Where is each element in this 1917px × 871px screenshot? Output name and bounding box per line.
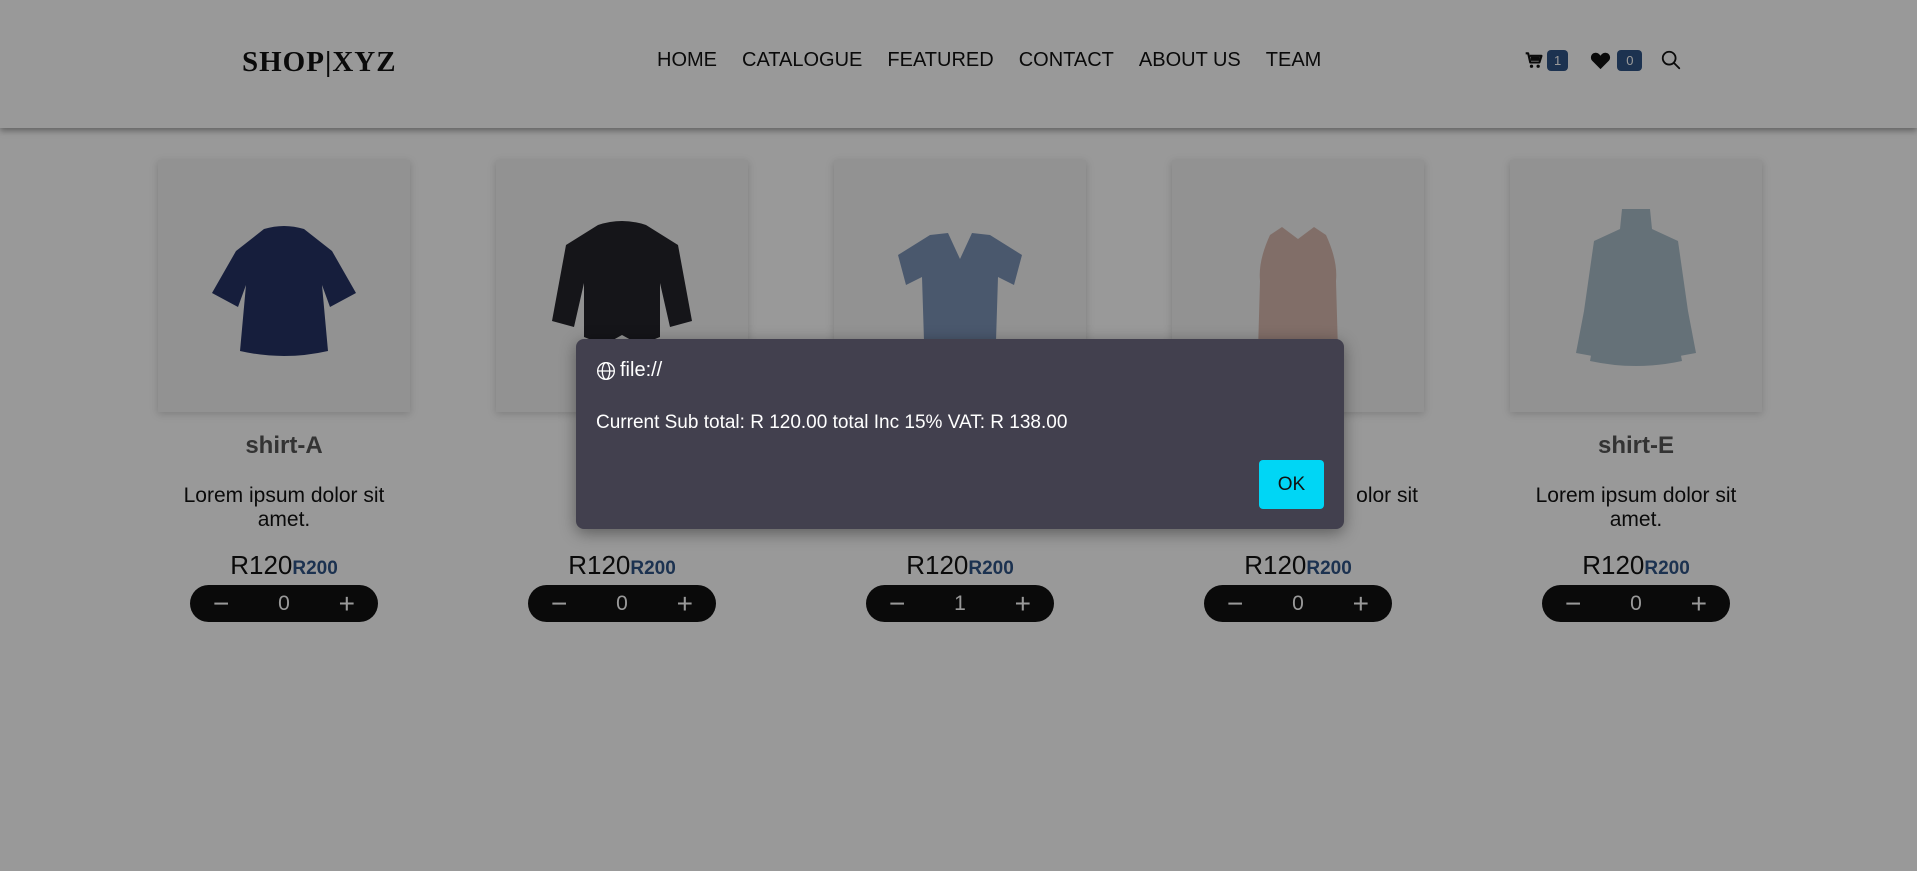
- ok-button[interactable]: OK: [1259, 460, 1324, 509]
- dialog-header: file://: [596, 359, 662, 382]
- globe-icon: [597, 361, 615, 380]
- alert-dialog: file:// Current Sub total: R 120.00 tota…: [576, 339, 1344, 529]
- dialog-message: Current Sub total: R 120.00 total Inc 15…: [596, 412, 1068, 433]
- dialog-origin: file://: [620, 359, 663, 381]
